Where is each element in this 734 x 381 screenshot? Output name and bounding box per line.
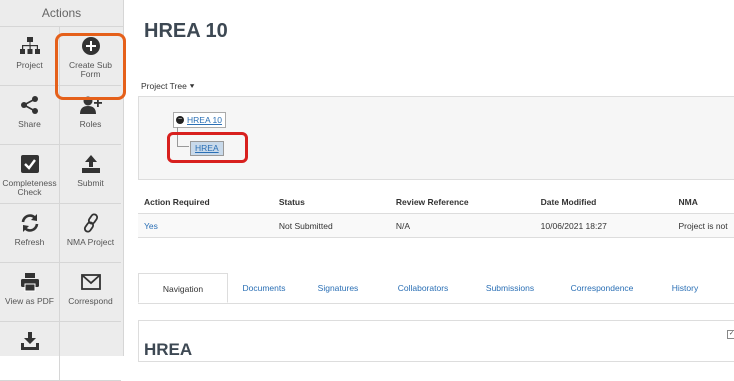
link-icon <box>81 212 101 234</box>
sidebar-item-label: Submit <box>77 179 103 188</box>
sidebar-item-download[interactable] <box>0 322 60 381</box>
sidebar-item-roles[interactable]: Roles <box>60 86 121 145</box>
sidebar-item-nma-project[interactable]: NMA Project <box>60 204 121 263</box>
tab-submissions[interactable]: Submissions <box>470 273 550 303</box>
column-header: Date Modified <box>541 197 679 207</box>
download-icon <box>20 330 40 352</box>
sidebar-item-label: Share <box>18 120 41 129</box>
hierarchy-icon <box>19 35 41 57</box>
section-title: HREA <box>144 340 192 360</box>
sidebar-item-label: NMA Project <box>67 238 114 247</box>
checkbox-icon[interactable]: ✓ <box>727 330 734 339</box>
project-tree-panel <box>138 96 734 180</box>
tab-correspondence[interactable]: Correspondence <box>550 273 654 303</box>
sidebar-item-create-sub-form[interactable]: Create Sub Form <box>60 27 121 86</box>
tree-connector <box>177 127 178 146</box>
tree-node-root[interactable]: − HREA 10 <box>173 112 226 128</box>
upload-icon <box>81 153 101 175</box>
column-header: Review Reference <box>396 197 541 207</box>
review-reference-cell: N/A <box>396 221 541 231</box>
plus-circle-icon <box>81 35 101 57</box>
tree-connector <box>177 146 189 147</box>
sidebar-item-refresh[interactable]: Refresh <box>0 204 60 263</box>
sidebar-item-label: Create Sub Form <box>60 61 121 79</box>
sidebar-item-label: Roles <box>80 120 102 129</box>
sidebar-item-correspond[interactable]: Correspond <box>60 263 121 322</box>
status-table: Action Required Status Review Reference … <box>138 191 734 238</box>
table-header-row: Action Required Status Review Reference … <box>138 191 734 214</box>
sidebar-item-view-as-pdf[interactable]: View as PDF <box>0 263 60 322</box>
project-tree-label: Project Tree <box>141 81 187 91</box>
table-row: Yes Not Submitted N/A 10/06/2021 18:27 P… <box>138 214 734 238</box>
share-icon <box>20 94 40 116</box>
column-header: NMA <box>679 197 734 207</box>
envelope-icon <box>81 271 101 293</box>
tab-navigation[interactable]: Navigation <box>138 273 228 303</box>
sidebar-item-completeness-check[interactable]: Completeness Check <box>0 145 60 204</box>
sidebar-item-submit[interactable]: Submit <box>60 145 121 204</box>
tab-collaborators[interactable]: Collaborators <box>376 273 470 303</box>
collapse-icon[interactable]: − <box>176 116 184 124</box>
checkbox-icon <box>20 153 40 175</box>
column-header: Action Required <box>138 197 279 207</box>
nma-cell: Project is not <box>679 221 734 231</box>
sidebar-item-label: View as PDF <box>5 297 54 306</box>
printer-icon <box>20 271 40 293</box>
sidebar-item-share[interactable]: Share <box>0 86 60 145</box>
chevron-down-icon: ⯆ <box>189 82 195 91</box>
project-tree-toggle[interactable]: Project Tree⯆ <box>141 81 195 92</box>
date-modified-cell: 10/06/2021 18:27 <box>541 221 679 231</box>
refresh-icon <box>20 212 40 234</box>
page-title: HREA 10 <box>144 20 228 43</box>
sidebar-item-label: Project <box>16 61 42 70</box>
column-header: Status <box>279 197 396 207</box>
sidebar-item-label: Refresh <box>15 238 45 247</box>
add-user-icon <box>80 94 102 116</box>
actions-sidebar: Actions Project Create Sub Form Share Ro… <box>0 0 124 356</box>
sidebar-item-label: Correspond <box>68 297 112 306</box>
tree-node-child[interactable]: HREA <box>190 141 224 156</box>
status-cell: Not Submitted <box>279 221 396 231</box>
tab-bar: Navigation Documents Signatures Collabor… <box>138 273 734 304</box>
sidebar-item-empty <box>60 322 121 381</box>
tab-documents[interactable]: Documents <box>228 273 300 303</box>
sidebar-item-label: Completeness Check <box>0 179 59 197</box>
sidebar-item-project[interactable]: Project <box>0 27 60 86</box>
sidebar-title: Actions <box>0 0 123 27</box>
tab-history[interactable]: History <box>654 273 716 303</box>
action-required-link[interactable]: Yes <box>138 221 279 231</box>
main-content: HREA 10 Project Tree⯆ − HREA 10 HREA Act… <box>124 0 734 356</box>
tree-node-root-link[interactable]: HREA 10 <box>187 115 222 125</box>
tab-signatures[interactable]: Signatures <box>300 273 376 303</box>
